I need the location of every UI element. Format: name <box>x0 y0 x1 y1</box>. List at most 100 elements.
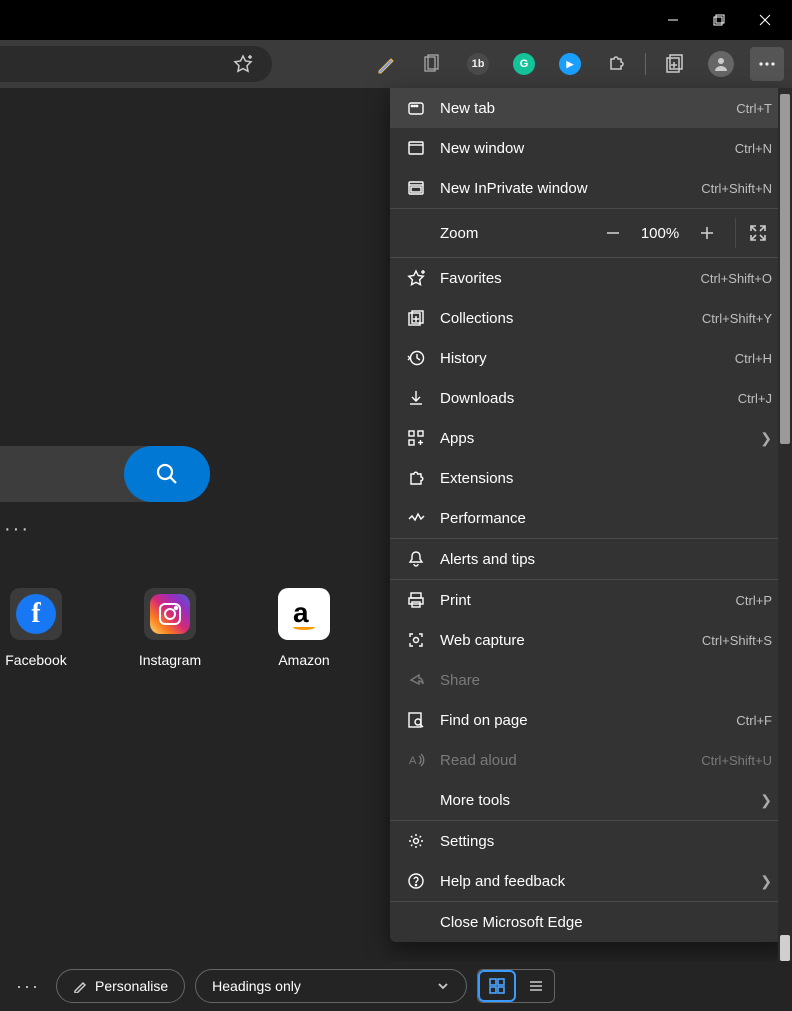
menu-item-close-microsoft-edge[interactable]: Close Microsoft Edge <box>390 902 788 942</box>
menu-item-label: Print <box>440 592 736 609</box>
menu-item-label: Extensions <box>440 470 772 487</box>
fullscreen-button[interactable] <box>744 223 772 243</box>
layout-grid-button[interactable] <box>478 970 516 1002</box>
menu-item-settings[interactable]: Settings <box>390 821 788 861</box>
search-icon <box>154 461 180 487</box>
search-input[interactable] <box>0 446 210 502</box>
readaloud-icon: A <box>406 750 426 770</box>
fullscreen-icon <box>748 223 768 243</box>
performance-icon <box>406 508 426 528</box>
blue-arrow-icon: ▶ <box>559 53 581 75</box>
grid-icon <box>488 977 506 995</box>
menu-item-label: Find on page <box>440 712 736 729</box>
menu-item-performance[interactable]: Performance <box>390 498 788 538</box>
profile-button[interactable] <box>704 47 738 81</box>
tile-instagram[interactable]: Instagram <box>134 588 206 668</box>
collections-icon <box>406 308 426 328</box>
tile-amazon[interactable]: a Amazon <box>268 588 340 668</box>
history-icon <box>406 348 426 368</box>
menu-item-apps[interactable]: Apps❯ <box>390 418 788 458</box>
menu-shortcut: Ctrl+Shift+Y <box>702 311 772 326</box>
scroll-thumb[interactable] <box>780 94 790 444</box>
collections-toolbar-button[interactable] <box>658 47 692 81</box>
menu-item-label: New tab <box>440 100 736 117</box>
settings-and-more-button[interactable] <box>750 47 784 81</box>
menu-item-alerts-and-tips[interactable]: Alerts and tips <box>390 539 788 579</box>
newtab-icon <box>406 98 426 118</box>
minimize-button[interactable] <box>650 0 696 40</box>
menu-item-help-and-feedback[interactable]: Help and feedback❯ <box>390 861 788 901</box>
grammarly-icon: G <box>513 53 535 75</box>
ext-1b-button[interactable]: 1b <box>461 47 495 81</box>
tile-label: Facebook <box>5 652 66 668</box>
menu-item-favorites[interactable]: FavoritesCtrl+Shift+O <box>390 258 788 298</box>
search-more-icon[interactable]: ··· <box>4 518 30 541</box>
menu-item-downloads[interactable]: DownloadsCtrl+J <box>390 378 788 418</box>
personalise-button[interactable]: Personalise <box>56 969 185 1003</box>
avatar-icon <box>708 51 734 77</box>
pencil-icon <box>376 54 396 74</box>
menu-item-label: Close Microsoft Edge <box>440 914 772 931</box>
menu-item-label: Collections <box>440 310 702 327</box>
menu-item-label: Performance <box>440 510 772 527</box>
ext-page-button[interactable] <box>415 47 449 81</box>
collections-icon <box>665 54 685 74</box>
layout-toggle <box>477 969 555 1003</box>
svg-text:A: A <box>409 755 417 767</box>
close-button[interactable] <box>742 0 788 40</box>
menu-item-print[interactable]: PrintCtrl+P <box>390 580 788 620</box>
restore-button[interactable] <box>696 0 742 40</box>
menu-item-label: Downloads <box>440 390 738 407</box>
share-icon <box>406 670 426 690</box>
inprivate-icon <box>406 178 426 198</box>
amazon-icon: a <box>278 588 330 640</box>
pencil-icon <box>73 979 87 993</box>
print-icon <box>406 590 426 610</box>
minus-icon <box>604 224 622 242</box>
menu-item-collections[interactable]: CollectionsCtrl+Shift+Y <box>390 298 788 338</box>
menu-item-label: Web capture <box>440 632 702 649</box>
menu-item-history[interactable]: HistoryCtrl+H <box>390 338 788 378</box>
tile-facebook[interactable]: f Facebook <box>0 588 72 668</box>
downloads-icon <box>406 388 426 408</box>
search-button[interactable] <box>124 446 210 502</box>
menu-item-find-on-page[interactable]: Find on pageCtrl+F <box>390 700 788 740</box>
vertical-scrollbar[interactable] <box>778 88 792 961</box>
zoom-label: Zoom <box>440 225 593 242</box>
menu-item-label: Apps <box>440 430 752 447</box>
search-bar <box>0 446 210 502</box>
settings-icon <box>406 831 426 851</box>
menu-item-new-inprivate-window[interactable]: New InPrivate windowCtrl+Shift+N <box>390 168 788 208</box>
restore-icon <box>713 14 725 26</box>
zoom-in-button[interactable] <box>687 224 727 242</box>
puzzle-icon <box>606 54 626 74</box>
headings-dropdown[interactable]: Headings only <box>195 969 467 1003</box>
menu-item-extensions[interactable]: Extensions <box>390 458 788 498</box>
address-bar[interactable] <box>0 46 272 82</box>
add-favorite-button[interactable] <box>226 47 260 81</box>
menu-item-new-tab[interactable]: New tabCtrl+T <box>390 88 788 128</box>
ext-blue-button[interactable]: ▶ <box>553 47 587 81</box>
zoom-value: 100% <box>633 225 687 242</box>
extensions-button[interactable] <box>599 47 633 81</box>
layout-list-button[interactable] <box>516 970 554 1002</box>
settings-and-more-menu: New tabCtrl+TNew windowCtrl+NNew InPriva… <box>390 88 788 942</box>
menu-item-web-capture[interactable]: Web captureCtrl+Shift+S <box>390 620 788 660</box>
plus-icon <box>698 224 716 242</box>
menu-shortcut: Ctrl+Shift+O <box>700 271 772 286</box>
menu-shortcut: Ctrl+Shift+N <box>701 181 772 196</box>
facebook-icon: f <box>10 588 62 640</box>
scroll-thumb-bottom[interactable] <box>780 935 790 961</box>
bottom-bar: ··· Personalise Headings only <box>0 961 792 1011</box>
menu-shortcut: Ctrl+H <box>735 351 772 366</box>
ext-grammarly-button[interactable]: G <box>507 47 541 81</box>
menu-item-new-window[interactable]: New windowCtrl+N <box>390 128 788 168</box>
find-icon <box>406 710 426 730</box>
toolbar-separator <box>645 53 646 75</box>
menu-shortcut: Ctrl+Shift+U <box>701 753 772 768</box>
ext-pencil-button[interactable] <box>369 47 403 81</box>
tile-label: Instagram <box>139 652 201 668</box>
menu-item-more-tools[interactable]: More tools❯ <box>390 780 788 820</box>
zoom-out-button[interactable] <box>593 224 633 242</box>
bottom-more-icon[interactable]: ··· <box>10 976 46 997</box>
